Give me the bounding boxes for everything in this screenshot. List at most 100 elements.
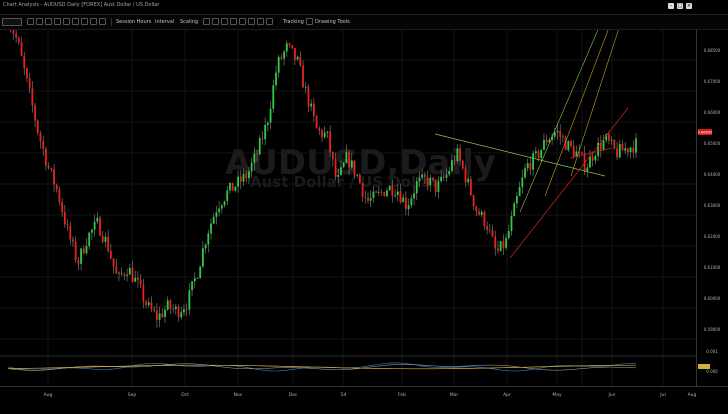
candle-body	[505, 238, 507, 248]
candle-body	[635, 138, 637, 153]
candle-body	[350, 160, 353, 168]
candle-body	[372, 191, 375, 198]
minimize-icon[interactable]: –	[668, 3, 674, 9]
maximize-icon[interactable]: □	[677, 3, 683, 9]
toolbar-icon-6[interactable]	[72, 18, 79, 25]
candle-body	[258, 138, 261, 155]
candle-body	[388, 186, 391, 191]
candle-body	[285, 43, 288, 52]
candle-body	[36, 120, 39, 133]
toolbar-icon-9[interactable]	[99, 18, 106, 25]
time-tick-label: Sep	[128, 392, 137, 398]
candle-body	[250, 162, 253, 172]
candle-body	[142, 284, 145, 302]
candle-body	[275, 72, 277, 86]
candle-body	[39, 132, 42, 142]
candle-body	[405, 197, 407, 210]
candle-body	[410, 198, 413, 206]
time-tick-label: Oct	[181, 392, 189, 398]
candle-body	[377, 191, 380, 193]
candle-body	[169, 300, 172, 309]
candle-body	[453, 160, 456, 162]
candle-body	[150, 302, 153, 310]
candle-body	[364, 196, 367, 198]
candle-body	[526, 163, 529, 169]
toolbar-icon-17[interactable]	[266, 18, 273, 25]
candle-body	[353, 160, 356, 176]
channel-line-2[interactable]	[544, 24, 611, 197]
toolbar-icon-11[interactable]	[212, 18, 219, 25]
interval-button[interactable]: Interval	[155, 18, 174, 26]
candle-body	[402, 197, 405, 203]
toolbar-icon-4[interactable]	[54, 18, 61, 25]
time-axis[interactable]: Aug Sep Oct Nov Dec '24 Feb Mar Apr May Jun Jul Aug	[0, 386, 728, 410]
candle-body	[264, 124, 267, 140]
candle-body	[256, 153, 258, 155]
candle-body	[515, 196, 518, 204]
candle-body	[529, 163, 532, 170]
toolbar-icon-10[interactable]	[203, 18, 210, 25]
candle-body	[74, 241, 77, 261]
last-price-label: 0.66600	[698, 131, 714, 135]
candle-body	[253, 153, 256, 163]
toolbar-icon-16[interactable]	[257, 18, 264, 25]
candle-body	[109, 250, 112, 259]
toolbar-icon-18[interactable]	[306, 18, 313, 25]
candle-body	[334, 159, 337, 177]
candle-body	[543, 139, 545, 150]
candle-body	[220, 205, 223, 209]
toolbar-icon-5[interactable]	[63, 18, 70, 25]
time-tick-label: May	[552, 392, 562, 398]
candle-body	[237, 176, 239, 187]
candle-body	[96, 217, 99, 222]
toolbar-icon-7[interactable]	[81, 18, 88, 25]
candle-body	[451, 160, 453, 171]
candle-body	[613, 139, 616, 149]
candle-body	[380, 191, 383, 193]
channel-lower-line[interactable]	[509, 107, 629, 259]
session-hours-button[interactable]: Session Hours	[116, 18, 151, 26]
toolbar-icon-14[interactable]	[239, 18, 246, 25]
candle-body	[120, 272, 123, 275]
toolbar-icon-8[interactable]	[90, 18, 97, 25]
candle-body	[440, 176, 443, 182]
candle-body	[63, 212, 66, 225]
time-tick-label: Mar	[450, 392, 459, 398]
candle-body	[72, 239, 74, 242]
toolbar-icon-3[interactable]	[45, 18, 52, 25]
scaling-button[interactable]: Scaling	[180, 18, 198, 26]
candle-body	[153, 309, 156, 311]
candle-body	[459, 148, 461, 161]
candle-body	[331, 152, 334, 160]
price-tick-label: 0.62000	[704, 234, 721, 239]
channel-line-1[interactable]	[519, 24, 601, 213]
title-bar: Chart Analysis - AUDUSD Daily [FOREX] Au…	[0, 0, 728, 15]
price-axis[interactable]: 0.68500 0.67000 0.66000 0.65000 0.64000 0.630…	[696, 30, 728, 386]
candle-body	[415, 181, 418, 194]
toolbar-icon-2[interactable]	[36, 18, 43, 25]
candle-body	[483, 211, 486, 227]
candle-body	[134, 277, 137, 282]
candle-body	[47, 165, 50, 169]
close-icon[interactable]: ×	[686, 3, 692, 9]
symbol-dropdown[interactable]	[2, 18, 22, 26]
candle-body	[277, 56, 280, 73]
candle-body	[559, 130, 562, 137]
toolbar-icon-12[interactable]	[221, 18, 228, 25]
candle-body	[215, 212, 218, 217]
drawing-tools-button[interactable]: Drawing Tools	[315, 18, 350, 26]
toolbar-icon-15[interactable]	[248, 18, 255, 25]
toolbar-icon-1[interactable]	[27, 18, 34, 25]
candle-body	[464, 168, 467, 183]
time-tick-label: Apr	[503, 392, 511, 398]
candle-body	[201, 248, 204, 267]
candle-body	[242, 173, 245, 182]
price-tick-label: 0.68500	[704, 48, 721, 53]
candle-body	[123, 274, 126, 276]
toolbar-icon-13[interactable]	[230, 18, 237, 25]
candle-body	[383, 192, 386, 197]
price-chart[interactable]: AUDUSD,Daily Aust Dollar / US Dollar	[0, 9, 696, 386]
candle-body	[567, 141, 570, 151]
tracking-button[interactable]: Tracking	[283, 18, 304, 26]
candle-body	[575, 151, 578, 157]
